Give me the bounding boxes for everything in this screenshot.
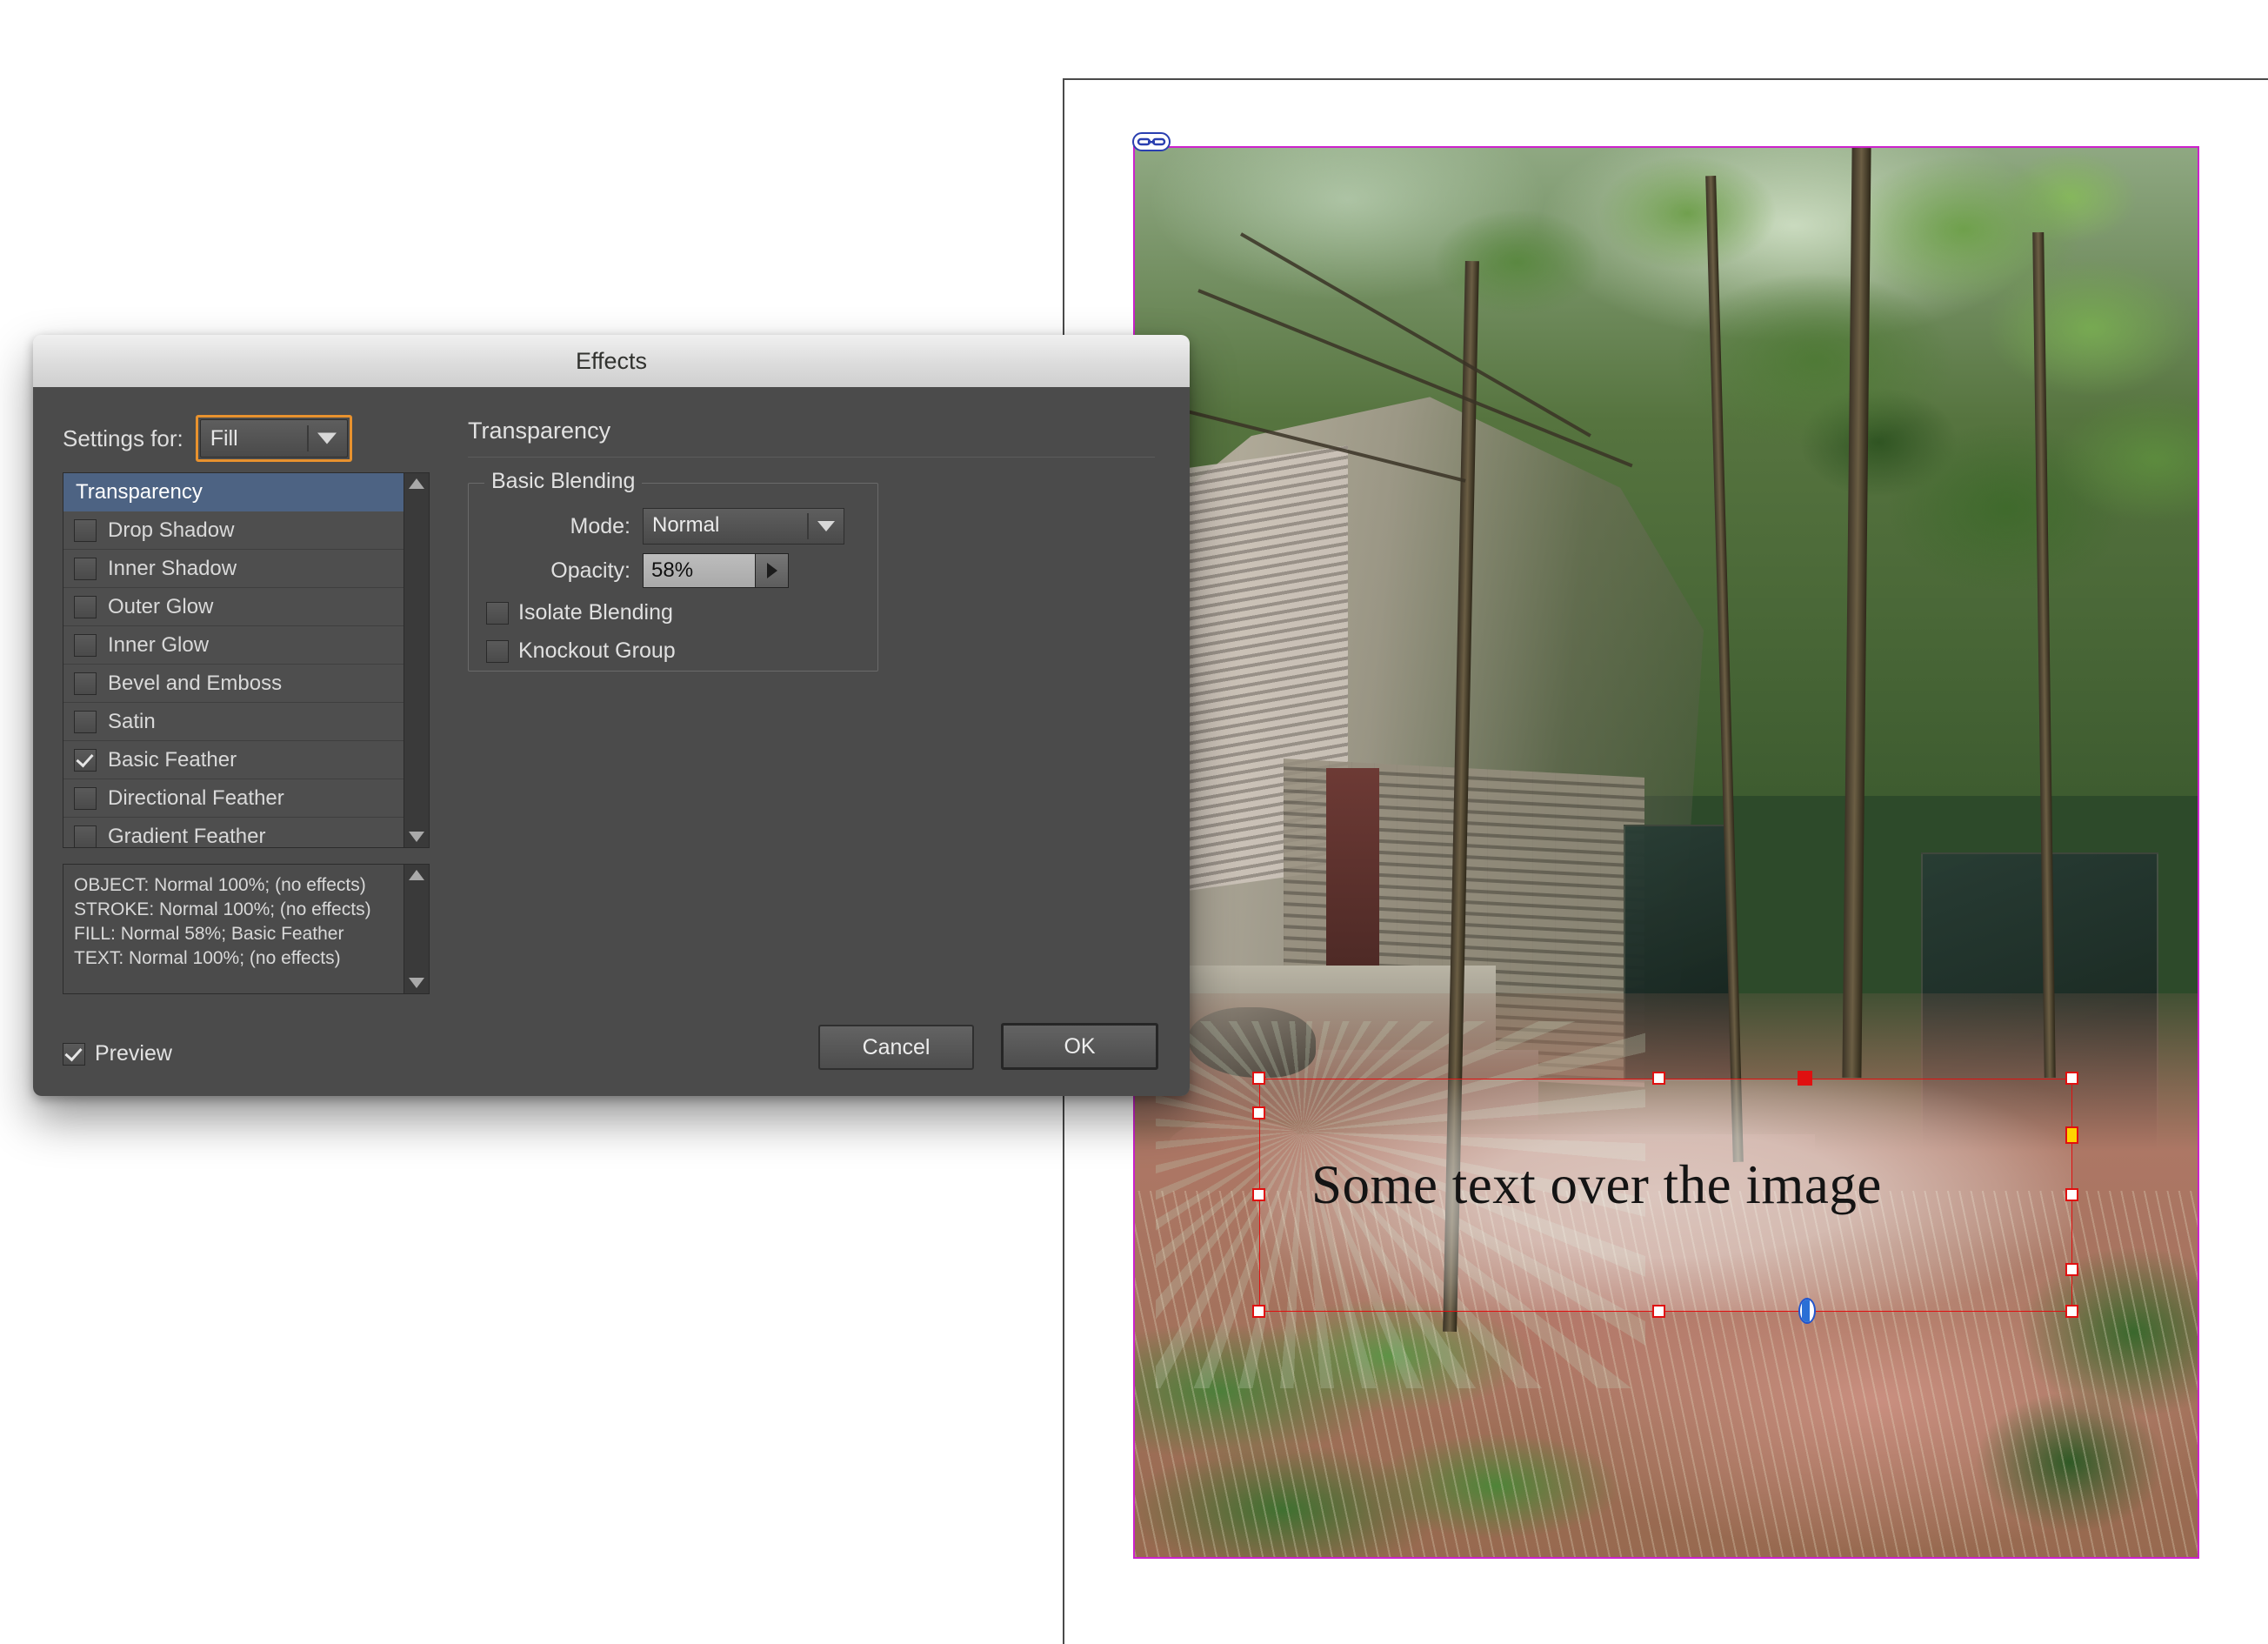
scroll-down-arrow-icon[interactable] xyxy=(409,978,424,988)
knockout-group-checkbox[interactable]: Knockout Group xyxy=(486,638,676,664)
cancel-button[interactable]: Cancel xyxy=(818,1025,974,1070)
text-outport-icon[interactable] xyxy=(1798,1298,1816,1324)
handle-upper-left-extra[interactable] xyxy=(1252,1106,1265,1119)
checkbox-box xyxy=(486,639,509,663)
isolate-blending-checkbox[interactable]: Isolate Blending xyxy=(486,600,673,625)
blend-mode-value: Normal xyxy=(652,513,720,537)
opacity-row: Opacity: 58% xyxy=(484,553,789,588)
basic-blending-title: Basic Blending xyxy=(484,469,643,494)
effects-list-item-label: Directional Feather xyxy=(108,785,284,810)
chevron-down-icon xyxy=(317,432,337,444)
handle-middle-right[interactable] xyxy=(2065,1188,2078,1201)
reference-point-handle[interactable] xyxy=(1798,1071,1812,1086)
effects-list-item-label: Gradient Feather xyxy=(108,824,266,848)
effects-summary-box[interactable]: OBJECT: Normal 100%; (no effects) STROKE… xyxy=(63,864,430,994)
effects-list-item[interactable]: Gradient Feather xyxy=(63,818,404,847)
dialog-title: Effects xyxy=(575,347,648,374)
scroll-down-arrow-icon[interactable] xyxy=(409,832,424,842)
handle-bottom-right[interactable] xyxy=(2065,1305,2078,1318)
effects-list-item[interactable]: Inner Shadow xyxy=(63,550,404,588)
effects-list-item[interactable]: Drop Shadow xyxy=(63,511,404,550)
effects-list-item[interactable]: Transparency xyxy=(63,473,404,511)
effects-list-item-label: Satin xyxy=(108,709,156,733)
text-frame-content[interactable]: Some text over the image xyxy=(1311,1153,2059,1217)
dialog-titlebar: Effects xyxy=(33,335,1190,388)
effects-list-scrollbar[interactable] xyxy=(404,473,429,847)
preview-checkbox[interactable]: Preview xyxy=(63,1041,172,1066)
combo-separator xyxy=(306,425,309,451)
settings-for-row: Settings for: Fill xyxy=(63,415,352,462)
effect-checkbox[interactable] xyxy=(74,786,97,810)
opacity-control[interactable]: 58% xyxy=(643,553,789,588)
effects-list[interactable]: Transparency Drop Shadow Inner Shadow Outer… xyxy=(63,472,430,848)
effect-checkbox[interactable] xyxy=(74,557,97,580)
combo-separator xyxy=(807,513,809,539)
effects-list-item-label: Inner Glow xyxy=(108,632,210,657)
ok-button[interactable]: OK xyxy=(1001,1023,1158,1070)
effects-list-item-label: Transparency xyxy=(76,479,203,504)
effects-list-item-label: Basic Feather xyxy=(108,747,237,772)
handle-bottom-left[interactable] xyxy=(1252,1305,1265,1318)
dialog-body: Settings for: Fill Transparency Transpar… xyxy=(33,387,1190,1096)
effects-list-item[interactable]: Directional Feather xyxy=(63,779,404,818)
effect-checkbox[interactable] xyxy=(74,518,97,542)
isolate-blending-label: Isolate Blending xyxy=(518,600,673,625)
summary-scrollbar[interactable] xyxy=(404,865,429,993)
effect-checkbox[interactable] xyxy=(74,633,97,657)
basic-blending-group: Basic Blending Mode: Normal Opacity: 58% xyxy=(468,469,878,672)
mode-label: Mode: xyxy=(570,513,630,538)
photo-door-layer xyxy=(1325,767,1380,966)
effects-list-item[interactable]: Bevel and Emboss xyxy=(63,665,404,703)
opacity-label: Opacity: xyxy=(550,558,630,583)
image-frame[interactable] xyxy=(1133,146,2199,1559)
handle-middle-left[interactable] xyxy=(1252,1188,1265,1201)
effect-checkbox[interactable] xyxy=(74,748,97,772)
effects-list-item[interactable]: Inner Glow xyxy=(63,626,404,665)
preview-label: Preview xyxy=(95,1041,172,1066)
panel-title: Transparency xyxy=(468,418,611,444)
handle-top-center[interactable] xyxy=(1652,1072,1665,1085)
effects-list-items: Transparency Drop Shadow Inner Shadow Outer… xyxy=(63,473,404,847)
photo-image xyxy=(1135,148,2198,1557)
effect-checkbox[interactable] xyxy=(74,825,97,847)
checkbox-box xyxy=(63,1042,85,1066)
handle-top-right[interactable] xyxy=(2065,1072,2078,1085)
effects-dialog: Effects Settings for: Fill Transparency xyxy=(33,335,1190,1096)
effects-summary-text: OBJECT: Normal 100%; (no effects) STROKE… xyxy=(74,875,371,968)
chevron-down-icon xyxy=(817,521,835,531)
corner-effects-handle[interactable] xyxy=(2065,1126,2078,1144)
effect-checkbox[interactable] xyxy=(74,595,97,618)
scroll-up-arrow-icon[interactable] xyxy=(409,478,424,489)
mode-row: Mode: Normal xyxy=(484,508,844,545)
effects-list-item[interactable]: Outer Glow xyxy=(63,588,404,626)
effects-list-item[interactable]: Basic Feather xyxy=(63,741,404,779)
opacity-popup-arrow-icon[interactable] xyxy=(755,554,788,587)
effects-list-item-label: Inner Shadow xyxy=(108,556,237,580)
effects-list-item-label: Drop Shadow xyxy=(108,518,235,542)
handle-bottom-center[interactable] xyxy=(1652,1305,1665,1318)
settings-for-select[interactable]: Fill xyxy=(199,419,348,458)
handle-lower-right-extra[interactable] xyxy=(2065,1263,2078,1276)
settings-for-label: Settings for: xyxy=(63,424,183,451)
blend-mode-select[interactable]: Normal xyxy=(643,508,844,545)
settings-for-value: Fill xyxy=(210,425,238,451)
chain-link-icon xyxy=(1132,132,1171,151)
effects-list-item-label: Outer Glow xyxy=(108,594,214,618)
effects-list-item[interactable]: Satin xyxy=(63,703,404,741)
effects-list-item-label: Bevel and Emboss xyxy=(108,671,283,695)
opacity-input[interactable]: 58% xyxy=(644,554,755,587)
checkbox-box xyxy=(486,601,509,625)
settings-for-focus-ring: Fill xyxy=(195,415,352,462)
handle-top-left[interactable] xyxy=(1252,1072,1265,1085)
screen: Some text over the image Effects Setting… xyxy=(0,0,2268,1644)
scroll-up-arrow-icon[interactable] xyxy=(409,870,424,880)
effect-checkbox[interactable] xyxy=(74,672,97,695)
text-frame-selection[interactable]: Some text over the image xyxy=(1252,1071,2078,1324)
panel-divider xyxy=(468,457,1155,458)
effect-checkbox[interactable] xyxy=(74,710,97,733)
knockout-group-label: Knockout Group xyxy=(518,638,676,663)
